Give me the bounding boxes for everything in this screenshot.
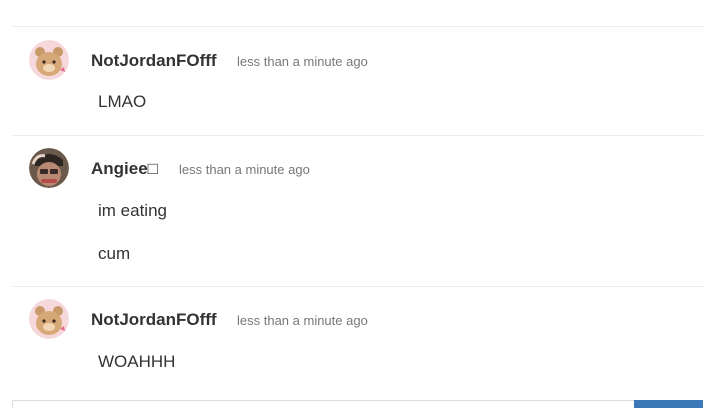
timestamp: less than a minute ago <box>237 54 368 69</box>
user-avatar[interactable] <box>29 148 69 188</box>
timestamp: less than a minute ago <box>237 313 368 328</box>
chat-message: NotJordanFOfff less than a minute ago WO… <box>12 287 703 400</box>
bear-avatar-icon <box>29 40 69 80</box>
bear-avatar-icon <box>29 299 69 339</box>
message-text: im eating <box>98 201 167 220</box>
message-text: LMAO <box>98 92 147 111</box>
timestamp: less than a minute ago <box>179 162 310 177</box>
username[interactable]: NotJordanFOfff <box>91 51 217 71</box>
chat-message: NotJordanFOfff less than a minute ago LM… <box>12 27 703 136</box>
user-avatar[interactable] <box>29 40 69 80</box>
user-avatar[interactable] <box>29 299 69 339</box>
chat-log: NotJordanFOfff less than a minute ago LM… <box>12 0 703 408</box>
message-input[interactable] <box>12 400 634 408</box>
username[interactable]: Angiee□ <box>91 159 158 179</box>
chat-message: Angiee□ less than a minute ago im eating… <box>12 136 703 287</box>
message-text: cum <box>98 244 131 263</box>
send-button[interactable] <box>634 400 703 408</box>
message-text: WOAHHH <box>98 352 176 371</box>
photo-avatar-icon <box>29 148 69 188</box>
username[interactable]: NotJordanFOfff <box>91 310 217 330</box>
